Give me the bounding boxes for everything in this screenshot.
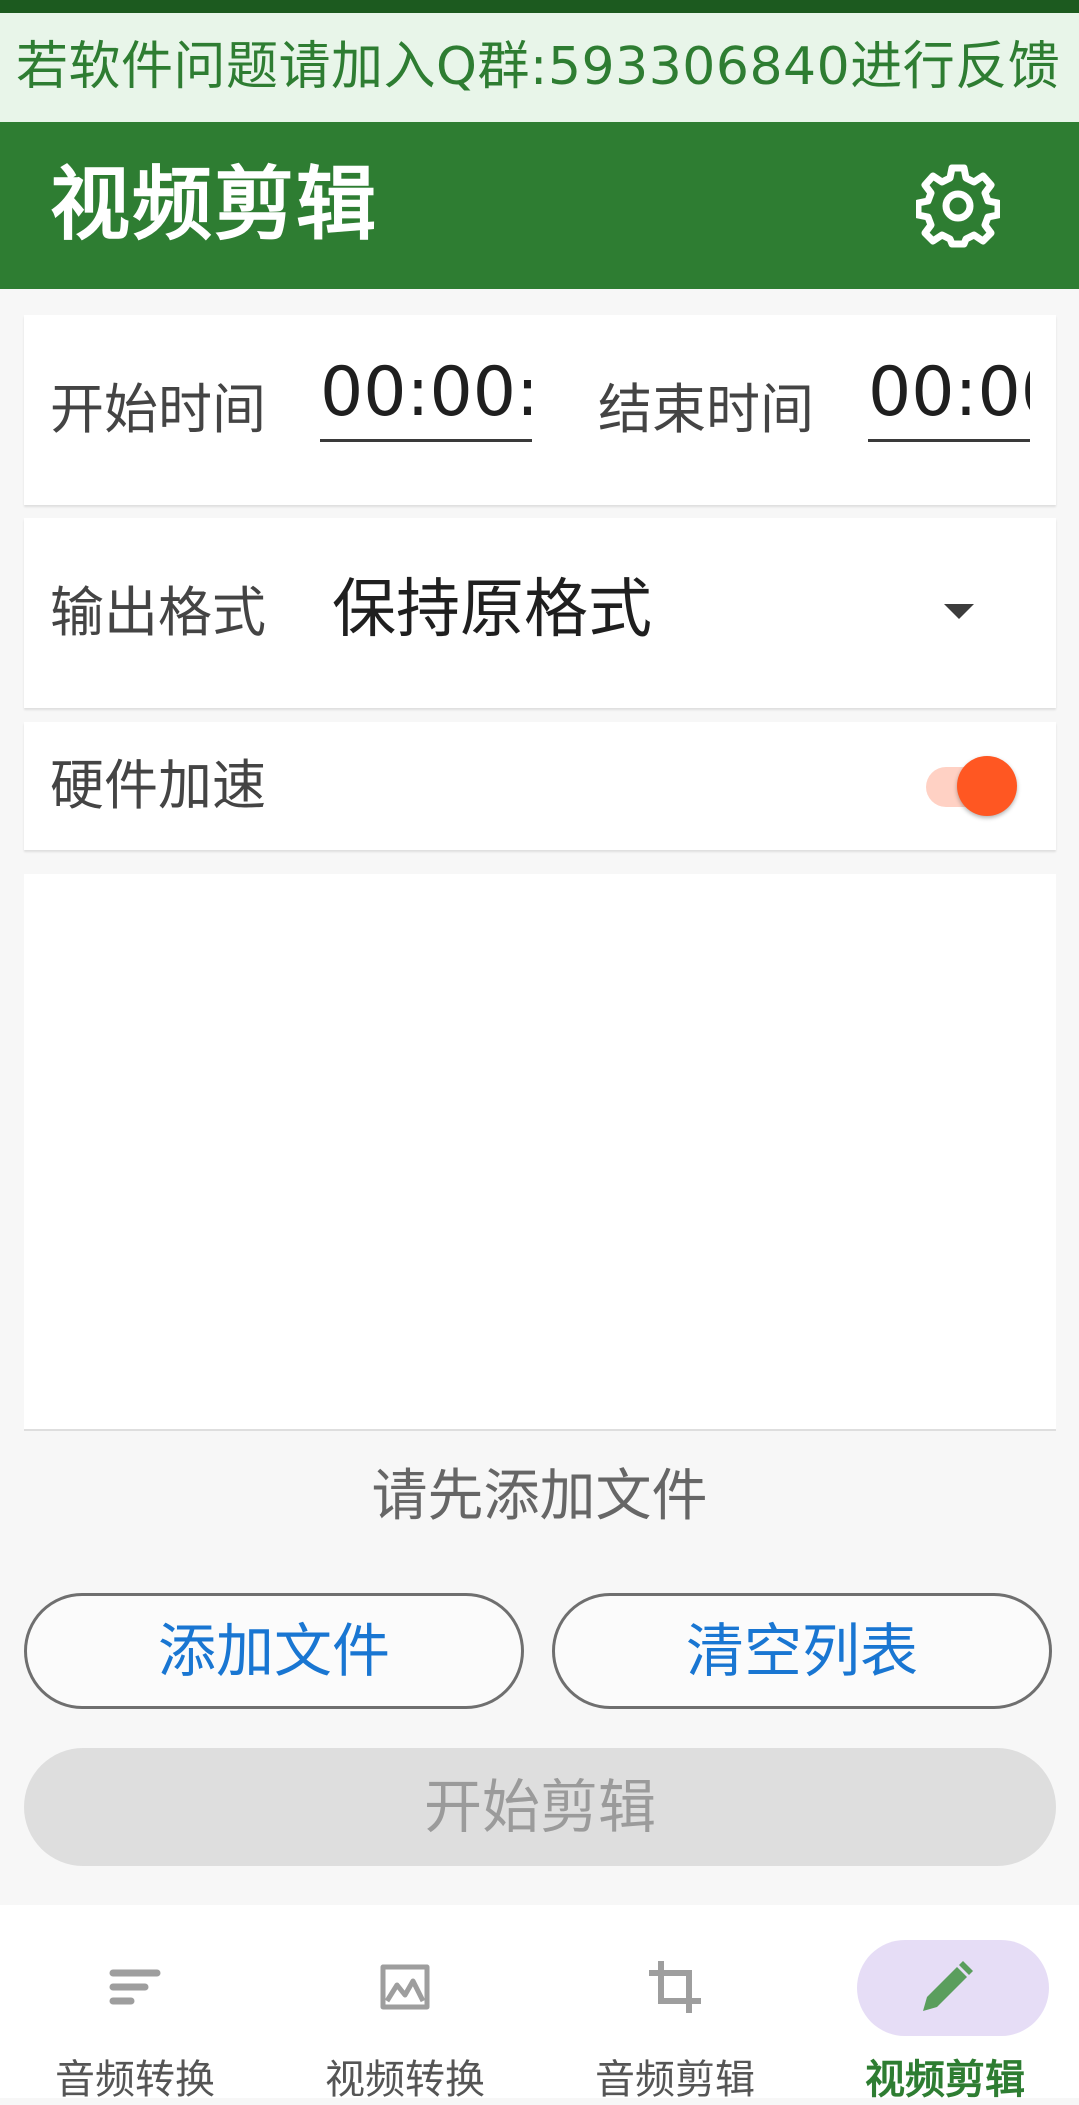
empty-list-hint: 请先添加文件 [371,1464,708,1529]
start-edit-button[interactable]: 开始剪辑 [24,1748,1056,1866]
clear-list-button[interactable]: 清空列表 [552,1593,1052,1709]
crop-icon [649,1961,701,2013]
file-list [24,874,1056,1431]
nav-item-audio-edit[interactable]: 音频剪辑 [540,1905,810,2103]
nav-item-video-edit[interactable]: 视频剪辑 [810,1905,1079,2103]
end-time-input[interactable]: 00:00 [868,353,1030,442]
qq-group-notice: 若软件问题请加入Q群:593306840进行反馈 [0,13,1079,122]
output-format-label: 输出格式 [50,581,266,644]
page-title: 视频剪辑 [50,158,378,251]
hardware-accel-label: 硬件加速 [50,754,266,817]
status-bar [0,0,1079,13]
hardware-accel-card: 硬件加速 [24,722,1056,850]
chevron-down-icon[interactable] [944,604,974,619]
bottom-navigation: 音频转换 视频转换 音频剪辑 视频剪辑 [0,1905,1079,2103]
output-format-card: 输出格式 保持原格式 [24,518,1056,708]
pencil-icon [923,1961,973,2011]
start-time-input[interactable]: 00:00:0 [320,353,532,442]
gear-icon[interactable] [916,164,1000,248]
sort-lines-icon [109,1969,161,2005]
nav-item-audio-convert[interactable]: 音频转换 [0,1905,270,2103]
output-format-select[interactable]: 保持原格式 [332,570,652,650]
time-range-card: 开始时间 00:00:0 结束时间 00:00 [24,315,1056,505]
start-time-label: 开始时间 [50,378,266,441]
end-time-label: 结束时间 [598,378,814,441]
nav-item-video-convert[interactable]: 视频转换 [270,1905,540,2103]
app-bar: 视频剪辑 [0,122,1079,289]
add-file-button[interactable]: 添加文件 [24,1593,524,1709]
image-frame-icon [380,1964,430,2010]
hardware-accel-switch[interactable] [957,756,1017,816]
